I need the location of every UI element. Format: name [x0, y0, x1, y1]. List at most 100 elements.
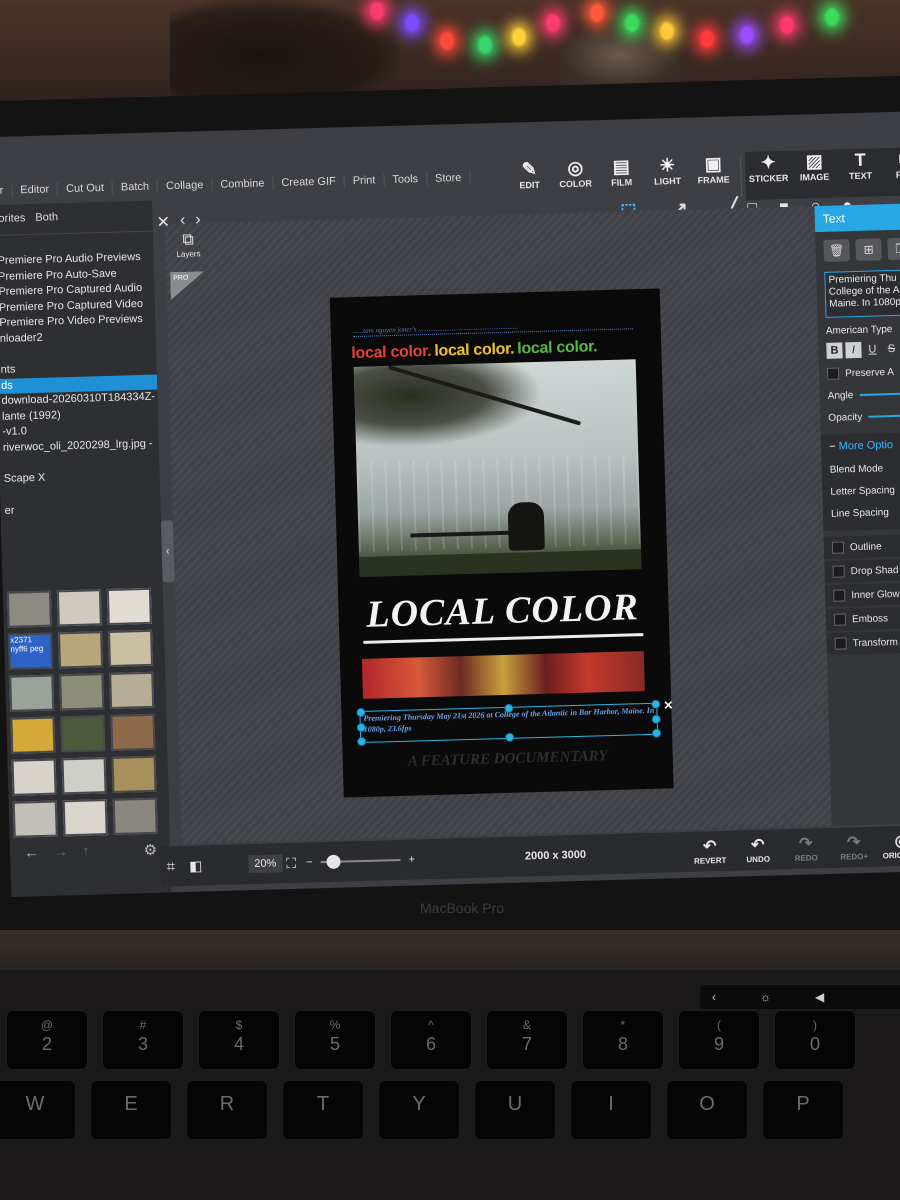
menu-item[interactable]: Cut Out [57, 180, 114, 197]
key-4[interactable]: $4 [198, 1010, 280, 1070]
resize-handle[interactable] [651, 699, 661, 709]
resize-handle[interactable] [356, 707, 366, 718]
color-word[interactable]: local color. [517, 338, 597, 357]
opacity-slider[interactable] [868, 413, 900, 418]
chevron-left-icon[interactable]: ‹ [180, 212, 186, 232]
color-word[interactable]: local color. [434, 341, 514, 360]
thumbnail[interactable] [58, 631, 104, 669]
effect-row[interactable]: Transform [826, 629, 900, 655]
tab-favorites[interactable]: orites [0, 212, 26, 235]
bold-button[interactable]: B [826, 342, 843, 359]
toolbar-film-button[interactable]: ▤ FILM [598, 155, 645, 204]
key-e[interactable]: E [90, 1080, 172, 1140]
menu-item[interactable]: Combine [212, 176, 274, 192]
effect-row[interactable]: Emboss [825, 605, 900, 631]
tab-both[interactable]: Both [35, 211, 58, 234]
poster-main-photo[interactable] [353, 359, 642, 577]
toolbar-text-button[interactable]: T TEXT [836, 148, 885, 198]
key-9[interactable]: (9 [678, 1010, 760, 1070]
checkbox[interactable] [832, 565, 845, 578]
toolbar-frame-button[interactable]: ▣ FRAME [690, 152, 737, 201]
key-r[interactable]: R [186, 1080, 268, 1140]
thumbnail[interactable] [109, 671, 155, 709]
zoom-level[interactable]: 20% [248, 854, 283, 874]
checkbox[interactable] [831, 541, 845, 554]
effect-row[interactable]: Drop Shad [824, 557, 900, 583]
more-option-row[interactable]: Line Spacing [823, 500, 900, 525]
more-options-toggle[interactable]: − More Optio [821, 438, 900, 459]
fit-screen-icon[interactable]: ⛶ [286, 854, 296, 871]
text-content-field[interactable]: Premiering Thu College of the A Maine. I… [824, 268, 900, 318]
thumbnail[interactable] [110, 713, 156, 751]
duplicate-icon[interactable]: ❐ [887, 237, 900, 261]
poster-credit[interactable]: ......tam nguyen joner's ...............… [352, 319, 633, 338]
thumbnail[interactable] [111, 755, 157, 793]
more-option-row[interactable]: Letter Spacing [822, 478, 900, 503]
key-6[interactable]: ^ 6 [390, 1010, 472, 1070]
poster-title[interactable]: LOCAL COLOR [360, 585, 645, 637]
color-word[interactable]: local color. [351, 343, 431, 362]
menu-item[interactable]: Store [426, 170, 471, 186]
key-t[interactable]: T [282, 1080, 364, 1140]
trash-icon[interactable]: 🗑 [823, 239, 850, 262]
key-u[interactable]: U [474, 1080, 556, 1140]
key-7[interactable]: & 7 [486, 1010, 568, 1070]
thumbnail[interactable] [6, 590, 52, 628]
toolbar-light-button[interactable]: ☀ LIGHT [644, 154, 691, 203]
thumbnail[interactable] [62, 799, 108, 837]
thumbnail[interactable] [106, 587, 152, 626]
menu-item[interactable]: r [0, 183, 13, 199]
thumbnail[interactable] [61, 757, 107, 795]
poster-subtitle[interactable]: A FEATURE DOCUMENTARY [365, 747, 651, 772]
add-text-icon[interactable]: ⊞ [855, 238, 882, 261]
thumbnail[interactable] [12, 800, 58, 838]
thumbnail-selected[interactable]: x2371 nyff6 peg [8, 632, 54, 670]
key-p[interactable]: P [762, 1080, 844, 1140]
more-option-row[interactable]: Blend Mode [821, 456, 900, 481]
key-w[interactable]: W [0, 1080, 76, 1140]
thumbnail[interactable] [60, 715, 106, 753]
underline-button[interactable]: U [864, 341, 880, 357]
close-icon[interactable]: ✕ [156, 212, 170, 232]
thumbnail[interactable] [9, 674, 55, 712]
key-8[interactable]: * 8 [582, 1010, 664, 1070]
back-arrow-icon[interactable]: ← [24, 844, 39, 862]
effect-row[interactable]: Outline [823, 533, 900, 559]
resize-handle[interactable] [505, 732, 515, 742]
toolbar-edit-button[interactable]: ✎ EDIT [506, 157, 553, 206]
italic-button[interactable]: I [845, 341, 862, 359]
redo-button[interactable]: ↷ REDO [782, 834, 831, 862]
forward-arrow-icon[interactable]: → [53, 843, 68, 861]
menu-item[interactable]: Tools [384, 171, 428, 188]
key-5[interactable]: % 5 [294, 1010, 376, 1070]
strikethrough-button[interactable]: S [883, 341, 899, 357]
folder-item[interactable]: er [0, 499, 160, 519]
toolbar-color-button[interactable]: ◎ COLOR [552, 156, 599, 205]
split-view-icon[interactable]: ◧ [189, 857, 203, 874]
checkbox[interactable] [833, 613, 847, 626]
up-arrow-icon[interactable]: ↑ [82, 843, 90, 861]
checkbox[interactable] [834, 637, 847, 650]
gear-icon[interactable]: ⚙ [143, 841, 157, 859]
thumbnail[interactable] [59, 673, 105, 711]
original-button[interactable]: ◎ ORIGINAL [878, 832, 900, 860]
revert-button[interactable]: ↶ REVERT [686, 837, 735, 866]
key-0[interactable]: ) 0 [774, 1010, 856, 1070]
checkbox[interactable] [833, 589, 846, 602]
zoom-in-icon[interactable]: + [408, 854, 415, 866]
angle-slider[interactable] [859, 391, 900, 396]
layers-button[interactable]: ⧉ Layers [173, 231, 204, 259]
poster-color-line[interactable]: local color. local color. local color. [351, 338, 597, 363]
undo-button[interactable]: ↶ UNDO [734, 836, 783, 864]
menu-item[interactable]: Batch [112, 179, 159, 195]
thumbnail[interactable] [11, 758, 57, 796]
menu-item[interactable]: Collage [157, 177, 213, 194]
font-select[interactable]: American Type [818, 317, 900, 339]
brightness-icon[interactable]: ☼ [760, 990, 771, 1004]
toolbar-figu-button[interactable]: ⬡FIGU [882, 146, 900, 197]
thumbnail[interactable] [112, 797, 158, 835]
key-o[interactable]: O [666, 1080, 748, 1140]
thumbnail[interactable] [108, 629, 154, 668]
key-3[interactable]: #3 [102, 1010, 184, 1070]
zoom-slider[interactable] [320, 854, 401, 870]
